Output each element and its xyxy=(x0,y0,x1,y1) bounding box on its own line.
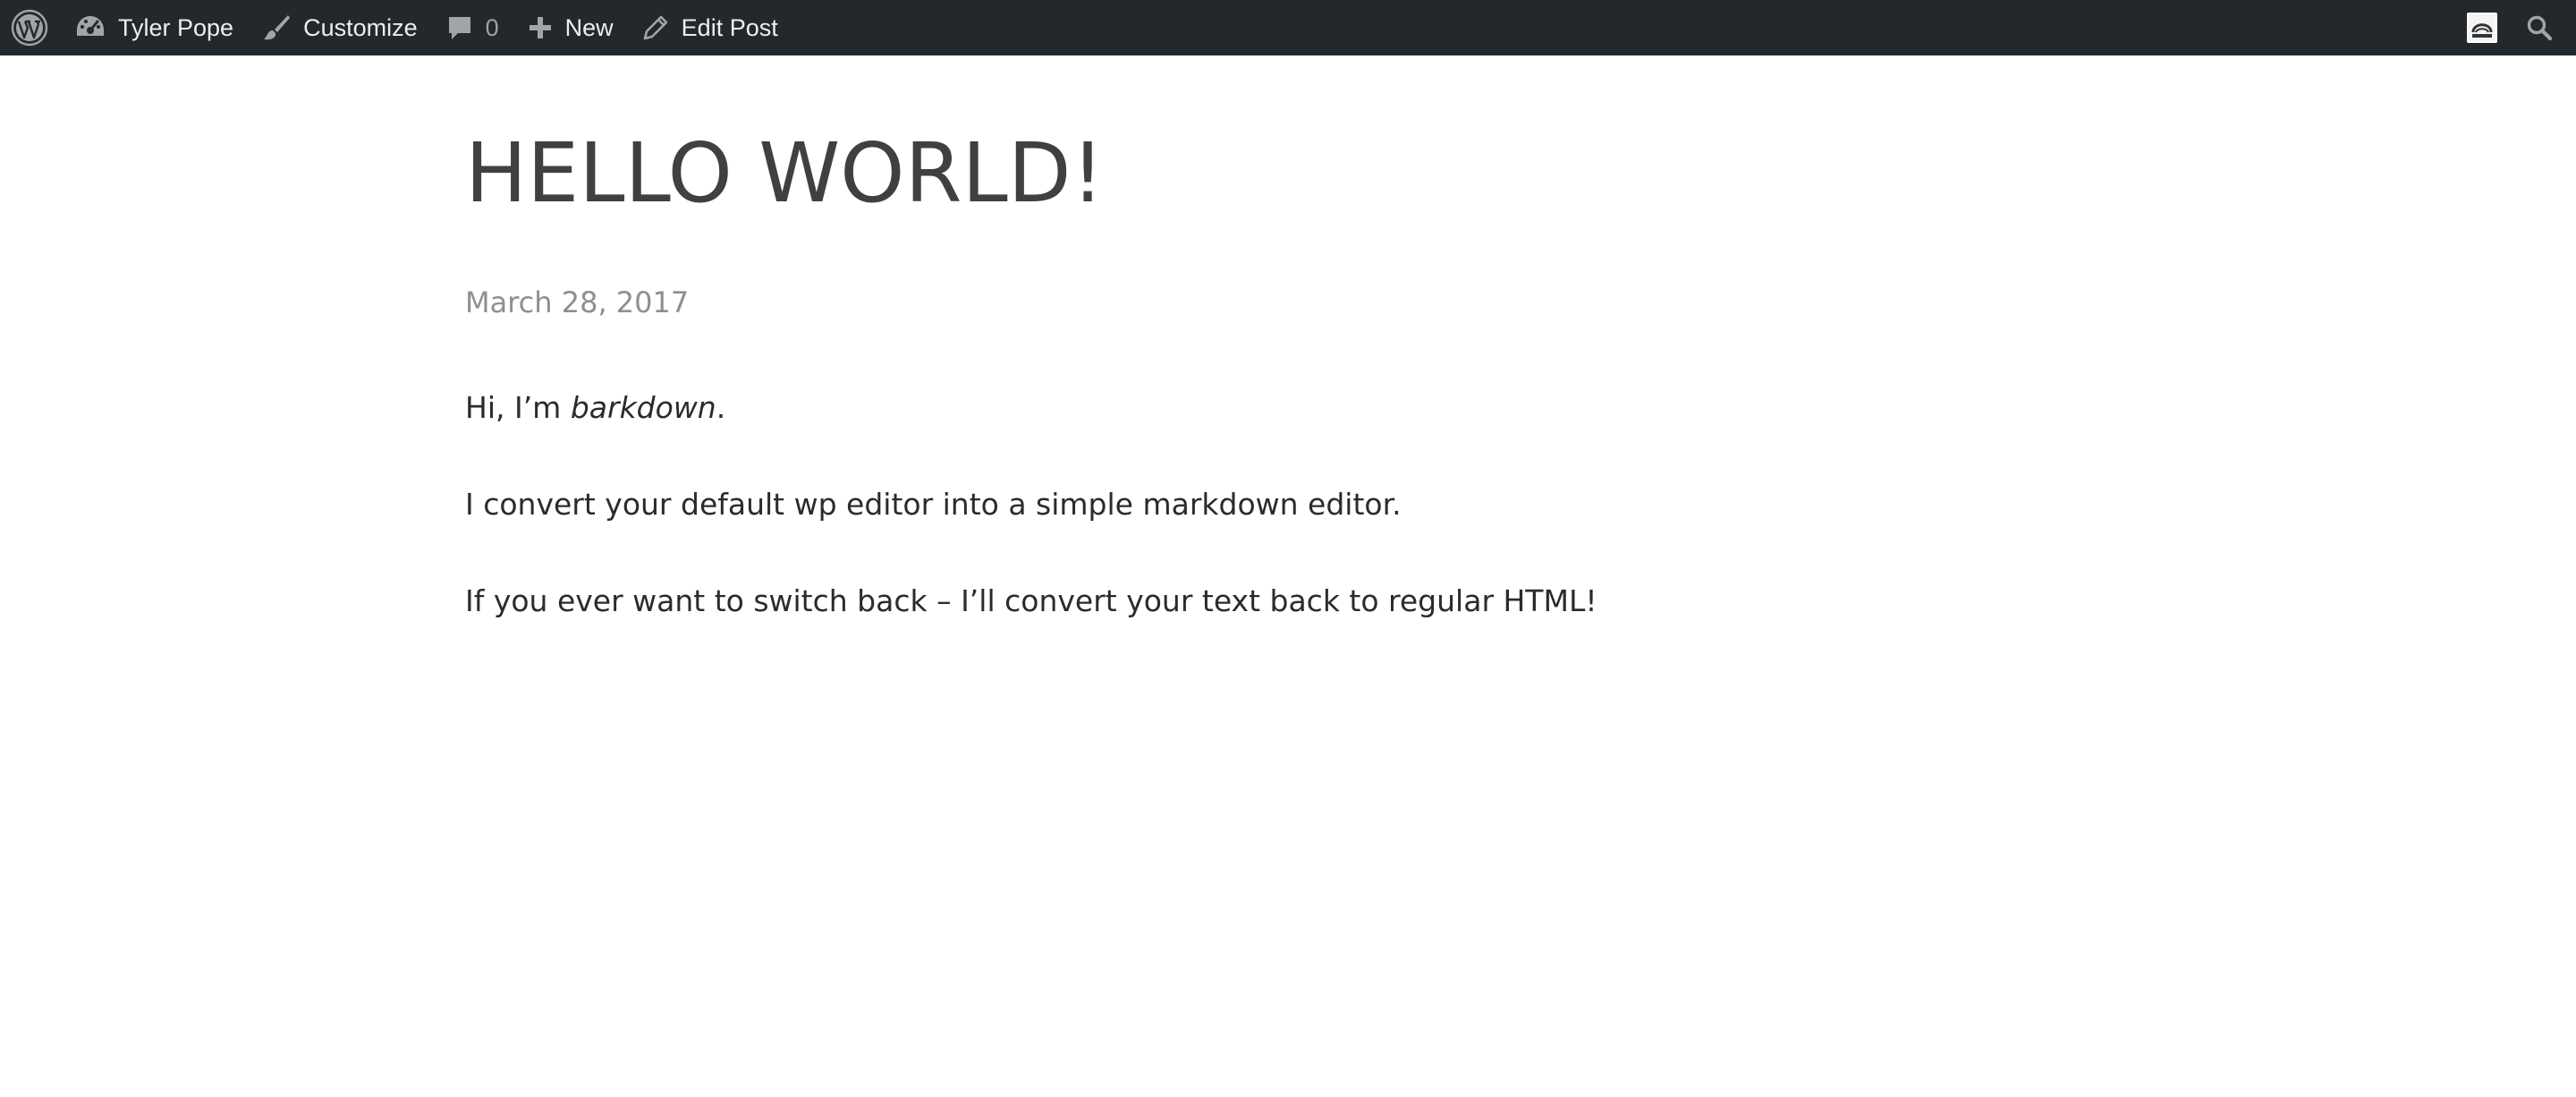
edit-post-menu[interactable]: Edit Post xyxy=(628,0,792,55)
wordpress-logo-icon xyxy=(11,9,48,47)
admin-bar: Tyler Pope Customize 0 New Edit Post xyxy=(0,0,2576,55)
paragraph-intro: Hi, I’m barkdown. xyxy=(465,387,2075,429)
wordpress-menu[interactable] xyxy=(9,0,61,55)
search-toggle[interactable] xyxy=(2512,0,2567,55)
intro-suffix: . xyxy=(716,390,726,425)
comment-bubble-icon xyxy=(446,14,473,41)
intro-prefix: Hi, I’m xyxy=(465,390,571,425)
new-content-menu[interactable]: New xyxy=(513,0,628,55)
customize-menu[interactable]: Customize xyxy=(248,0,432,55)
pencil-icon xyxy=(642,14,669,41)
paragraph-convert: I convert your default wp editor into a … xyxy=(465,487,1402,522)
post-title: HELLO WORLD! xyxy=(465,125,1105,221)
my-account-menu[interactable] xyxy=(2453,0,2512,55)
intro-emphasis: barkdown xyxy=(570,390,716,425)
site-name-label: Tyler Pope xyxy=(118,13,234,41)
post-content: Hi, I’m barkdown. I convert your default… xyxy=(465,387,2075,676)
dashboard-icon xyxy=(75,14,106,41)
plus-icon xyxy=(528,15,553,40)
comments-menu[interactable]: 0 xyxy=(432,0,513,55)
post-date: March 28, 2017 xyxy=(465,285,690,319)
edit-post-label: Edit Post xyxy=(681,13,778,41)
paintbrush-icon xyxy=(262,13,291,42)
admin-bar-right xyxy=(2453,0,2576,55)
search-icon xyxy=(2526,14,2553,41)
site-name-menu[interactable]: Tyler Pope xyxy=(61,0,248,55)
new-label: New xyxy=(564,13,614,41)
comments-count: 0 xyxy=(485,13,499,41)
paragraph-switch-back: If you ever want to switch back – I’ll c… xyxy=(465,583,1597,618)
avatar-icon xyxy=(2467,13,2497,43)
customize-label: Customize xyxy=(303,13,418,41)
admin-bar-left: Tyler Pope Customize 0 New Edit Post xyxy=(0,0,792,55)
